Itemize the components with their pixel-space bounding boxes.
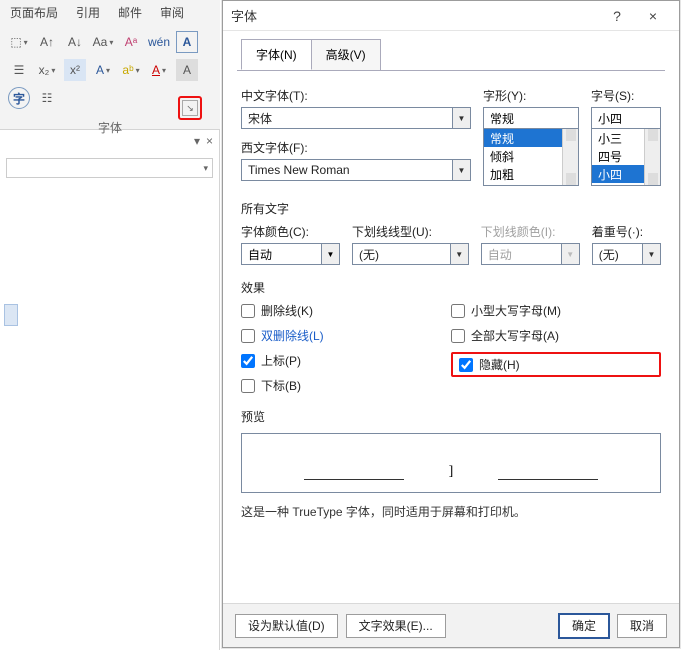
chevron-down-icon[interactable]: ▼: [452, 108, 470, 128]
annotation-highlight: [178, 96, 202, 120]
checkbox-double-strike[interactable]: 双删除线(L): [241, 327, 451, 344]
label-preview: 预览: [241, 408, 661, 425]
dialog-tabs: 字体(N) 高级(V): [223, 31, 679, 70]
label-size: 字号(S):: [591, 87, 661, 104]
clear-format-icon[interactable]: Aᵃ: [120, 31, 142, 53]
checkbox-subscript[interactable]: 下标(B): [241, 377, 451, 394]
checkbox-strike[interactable]: 删除线(K): [241, 302, 451, 319]
style-input[interactable]: 常规: [483, 107, 579, 129]
ok-button[interactable]: 确定: [559, 614, 609, 638]
chevron-down-icon[interactable]: ▼: [450, 244, 468, 264]
change-case-icon[interactable]: Aa▾: [92, 31, 114, 53]
enclose-char-icon[interactable]: 字: [8, 87, 30, 109]
ribbon-tab-references[interactable]: 引用: [76, 4, 100, 21]
chevron-down-icon[interactable]: ▼: [321, 244, 339, 264]
ribbon-tabs: 页面布局 引用 邮件 审阅: [0, 0, 220, 25]
pane-menu-icon[interactable]: ▾: [194, 134, 200, 148]
ribbon-tab-layout[interactable]: 页面布局: [10, 4, 58, 21]
page-thumbnail[interactable]: [4, 304, 18, 326]
size-listbox[interactable]: 小三 四号 小四: [591, 128, 661, 186]
ribbon-tab-mailings[interactable]: 邮件: [118, 4, 142, 21]
checkbox-smallcaps[interactable]: 小型大写字母(M): [451, 302, 661, 319]
annotation-highlight-hidden: 隐藏(H): [451, 352, 661, 377]
font-size-combo[interactable]: ⬚▾: [8, 31, 30, 53]
text-effects-button[interactable]: 文字效果(E)...: [346, 614, 446, 638]
tab-advanced[interactable]: 高级(V): [311, 39, 381, 70]
grow-font-icon[interactable]: A↑: [36, 31, 58, 53]
label-cn-font: 中文字体(T):: [241, 87, 471, 104]
chevron-down-icon: ▼: [561, 244, 579, 264]
text-effects-icon[interactable]: A▾: [92, 59, 114, 81]
preview-box: ]: [241, 433, 661, 493]
preview-sample: ]: [449, 464, 454, 480]
checkbox-allcaps[interactable]: 全部大写字母(A): [451, 327, 661, 344]
numbering-icon[interactable]: ☷: [36, 87, 58, 109]
phonetic-guide-icon[interactable]: wén: [148, 31, 170, 53]
font-description: 这是一种 TrueType 字体，同时适用于屏幕和打印机。: [241, 503, 661, 520]
underline-style-combo[interactable]: (无)▼: [352, 243, 469, 265]
dialog-titlebar: 字体 ? ×: [223, 1, 679, 31]
dialog-button-bar: 设为默认值(D) 文字效果(E)... 确定 取消: [223, 603, 679, 647]
font-group-tools: ⬚▾ A↑ A↓ Aa▾ Aᵃ wén A ☰ x₂▾ x² A▾ aᵇ▾ A▾…: [0, 25, 220, 142]
size-input[interactable]: 小四: [591, 107, 661, 129]
chevron-down-icon[interactable]: ▼: [452, 160, 470, 180]
search-dropdown-icon[interactable]: ▾: [203, 163, 208, 174]
navigation-pane: ▾ × ▾: [0, 130, 220, 650]
emphasis-combo[interactable]: (无)▼: [592, 243, 661, 265]
label-underline-style: 下划线线型(U):: [352, 223, 469, 240]
character-border-icon[interactable]: A: [176, 31, 198, 53]
cn-font-combo[interactable]: 宋体▼: [241, 107, 471, 129]
label-style: 字形(Y):: [483, 87, 579, 104]
help-button[interactable]: ?: [599, 8, 635, 24]
character-shading-icon[interactable]: A: [176, 59, 198, 81]
label-emphasis: 着重号(·):: [592, 223, 661, 240]
set-default-button[interactable]: 设为默认值(D): [235, 614, 338, 638]
bullets-icon[interactable]: ☰: [8, 59, 30, 81]
chevron-down-icon[interactable]: ▼: [642, 244, 660, 264]
style-listbox[interactable]: 常规 倾斜 加粗: [483, 128, 579, 186]
ribbon-tab-review[interactable]: 审阅: [160, 4, 184, 21]
shrink-font-icon[interactable]: A↓: [64, 31, 86, 53]
tab-font[interactable]: 字体(N): [241, 39, 312, 70]
label-underline-color: 下划线颜色(I):: [481, 223, 580, 240]
font-color-icon[interactable]: A▾: [148, 59, 170, 81]
label-effects: 效果: [241, 279, 661, 296]
font-dialog: 字体 ? × 字体(N) 高级(V) 中文字体(T): 宋体▼ 西文字体(F):…: [222, 0, 680, 648]
dialog-title: 字体: [231, 6, 599, 25]
west-font-combo[interactable]: Times New Roman▼: [241, 159, 471, 181]
checkbox-hidden[interactable]: 隐藏(H): [459, 356, 520, 373]
close-button[interactable]: ×: [635, 8, 671, 24]
scrollbar[interactable]: [562, 129, 578, 185]
underline-color-combo: 自动▼: [481, 243, 580, 265]
scrollbar[interactable]: [644, 129, 660, 185]
highlight-icon[interactable]: aᵇ▾: [120, 59, 142, 81]
font-color-combo[interactable]: 自动 ▼: [241, 243, 340, 265]
label-all-text: 所有文字: [241, 200, 661, 217]
subscript-icon[interactable]: x₂▾: [36, 59, 58, 81]
label-font-color: 字体颜色(C):: [241, 223, 340, 240]
superscript-icon[interactable]: x²: [64, 59, 86, 81]
label-west-font: 西文字体(F):: [241, 139, 471, 156]
cancel-button[interactable]: 取消: [617, 614, 667, 638]
pane-close-icon[interactable]: ×: [206, 134, 213, 148]
checkbox-superscript[interactable]: 上标(P): [241, 352, 451, 369]
